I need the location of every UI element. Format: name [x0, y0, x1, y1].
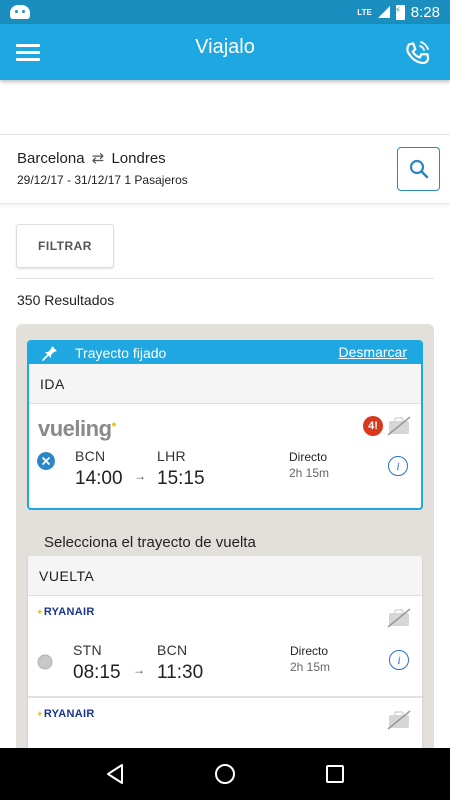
fixed-trip-title: Trayecto fijado [75, 345, 167, 361]
no-baggage-icon [387, 608, 411, 628]
app-title: Viajalo [195, 36, 255, 58]
arrival-time: 11:30 [157, 662, 204, 683]
app-bar: Viajalo [0, 24, 450, 80]
results-count: 350 Resultados [17, 292, 115, 308]
clock: 8:28 [410, 3, 440, 21]
search-button[interactable] [397, 147, 440, 191]
system-nav-bar [0, 748, 450, 800]
unselected-radio-icon[interactable] [37, 654, 53, 670]
return-section-title: Selecciona el trayecto de vuelta [44, 534, 256, 551]
search-summary: Barcelona ⇄ Londres 29/12/17 - 31/12/17 … [0, 134, 450, 204]
airline-logo-vueling: vueling• [38, 416, 116, 441]
search-details: 29/12/17 - 31/12/17 1 Pasajeros [17, 173, 188, 187]
battery-icon [395, 4, 405, 20]
arrow-icon: → [134, 469, 146, 483]
no-baggage-icon [387, 416, 411, 436]
back-button[interactable] [101, 760, 129, 788]
outbound-flight[interactable]: vueling• 4! BCN LHR 14:00 → 15:15 Direct… [29, 404, 421, 504]
airline-logo-ryanair: ✦RYANAIR [36, 606, 95, 618]
flight-duration: 2h 15m [290, 660, 331, 674]
home-button[interactable] [211, 760, 239, 788]
origin-city: Barcelona [17, 150, 85, 167]
departure-airport: BCN [75, 448, 106, 464]
home-icon [215, 764, 235, 784]
arrival-airport: BCN [157, 642, 188, 658]
android-notification-icon [10, 5, 30, 19]
arrival-time: 15:15 [157, 468, 205, 489]
swap-arrows-icon: ⇄ [91, 150, 105, 167]
arrow-icon: → [133, 663, 145, 677]
recents-button[interactable] [321, 760, 349, 788]
unmark-link[interactable]: Desmarcar [339, 344, 407, 360]
departure-time: 14:00 [75, 468, 123, 489]
airline-logo-ryanair: ✦RYANAIR [36, 708, 95, 720]
arrival-airport: LHR [157, 448, 186, 464]
departure-time: 08:15 [73, 662, 121, 683]
signal-icon [377, 6, 390, 18]
search-icon [409, 159, 428, 179]
back-icon [107, 764, 123, 784]
recents-icon [326, 765, 344, 783]
destination-city: Londres [111, 150, 166, 167]
network-type: LTE [357, 7, 372, 17]
info-icon[interactable]: i [388, 456, 408, 476]
fixed-trip-card: Trayecto fijado Desmarcar IDA vueling• 4… [27, 340, 423, 510]
route-text: Barcelona ⇄ Londres [17, 149, 166, 167]
selected-check-icon[interactable] [37, 452, 55, 470]
info-icon[interactable]: i [389, 650, 409, 670]
stops-label: Directo [289, 450, 328, 464]
results-panel: Trayecto fijado Desmarcar IDA vueling• 4… [16, 324, 434, 754]
divider [16, 278, 434, 279]
return-trip-card: VUELTA ✦RYANAIR STN BCN 08:15 → 11:30 Di… [28, 556, 422, 754]
stops-label: Directo [290, 644, 329, 658]
filter-button[interactable]: FILTRAR [16, 224, 114, 268]
phone-call-icon[interactable] [402, 38, 432, 68]
no-baggage-icon [387, 710, 411, 730]
departure-airport: STN [73, 642, 102, 658]
status-bar: LTE 8:28 [0, 0, 450, 24]
pin-icon [42, 346, 57, 361]
return-label: VUELTA [28, 556, 422, 596]
return-flight-option[interactable]: ✦RYANAIR [28, 698, 422, 754]
seats-left-badge: 4! [363, 416, 383, 436]
fixed-trip-header: Trayecto fijado Desmarcar [29, 342, 421, 364]
flight-duration: 2h 15m [289, 466, 330, 480]
return-flight-option[interactable]: ✦RYANAIR STN BCN 08:15 → 11:30 Directo 2… [28, 596, 422, 696]
outbound-label: IDA [29, 364, 421, 404]
